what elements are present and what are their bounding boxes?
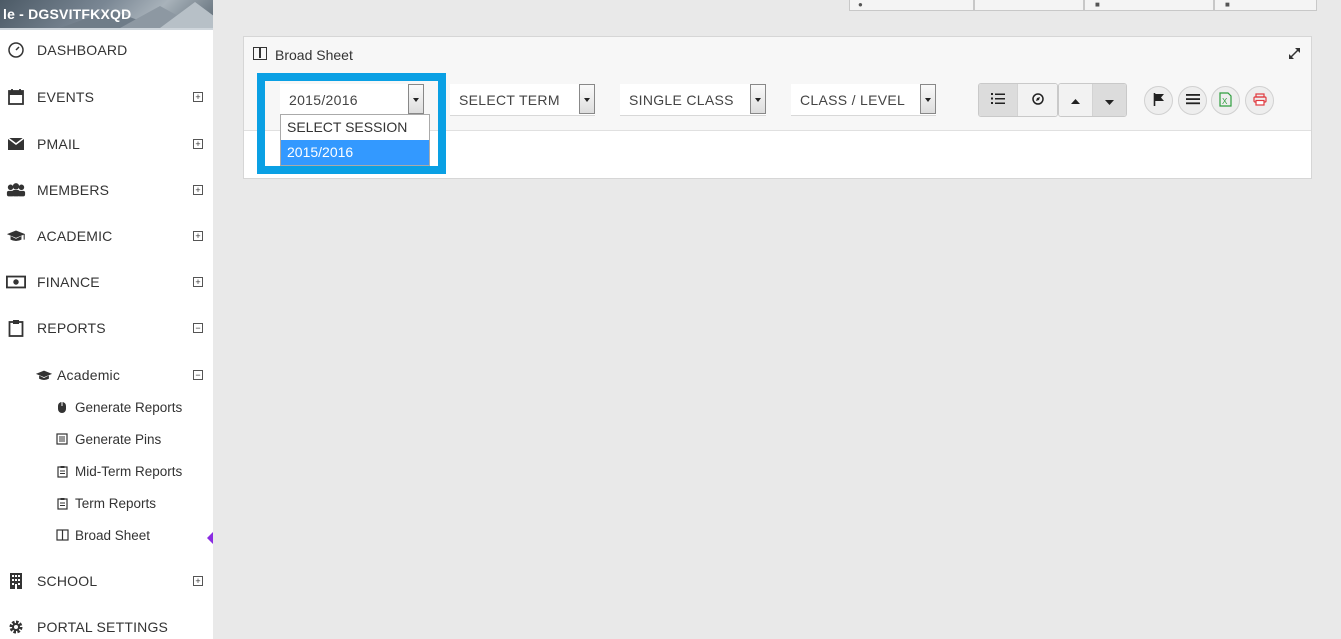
sidebar-item-members[interactable]: MEMBERS + — [0, 178, 213, 202]
sidebar-item-finance[interactable]: FINANCE + — [0, 270, 213, 294]
collapse-icon[interactable]: − — [193, 370, 203, 380]
sidebar: le - DGSVITFKXQD DASHBOARD EVENTS + PMAI… — [0, 0, 213, 639]
compass-button[interactable] — [1018, 84, 1057, 116]
expand-icon[interactable]: + — [193, 185, 203, 195]
sort-up-button[interactable] — [1059, 84, 1093, 116]
money-icon — [6, 272, 26, 292]
class-type-select[interactable]: SINGLE CLASS — [620, 84, 766, 116]
columns-icon — [55, 528, 69, 542]
session-dropdown-list: SELECT SESSION 2015/2016 — [280, 114, 430, 166]
clipboard-list-icon — [55, 496, 69, 510]
list-view-button[interactable] — [979, 84, 1018, 116]
top-button[interactable]: ● — [849, 0, 974, 11]
users-icon — [6, 180, 26, 200]
top-button[interactable] — [974, 0, 1084, 11]
sidebar-subitem-academic[interactable]: Academic − — [0, 363, 213, 387]
sidebar-item-label: MEMBERS — [37, 182, 110, 198]
sidebar-item-label: PMAIL — [37, 136, 81, 152]
columns-icon — [253, 47, 267, 60]
sidebar-item-portal-settings[interactable]: PORTAL SETTINGS — [0, 615, 213, 639]
dropdown-option-selected[interactable]: 2015/2016 — [281, 140, 429, 165]
flag-icon — [1153, 92, 1165, 109]
brand-text: le - DGSVITFKXQD — [3, 6, 132, 22]
print-button[interactable] — [1245, 86, 1274, 115]
calendar-icon — [6, 87, 26, 107]
term-select[interactable]: SELECT TERM — [450, 84, 595, 116]
active-item-marker — [207, 532, 213, 544]
print-icon — [1252, 92, 1267, 109]
gear-icon — [6, 617, 26, 637]
sidebar-item-label: ACADEMIC — [37, 228, 113, 244]
envelope-icon — [6, 134, 26, 154]
caret-down-icon — [1105, 93, 1114, 108]
view-toggle-group — [978, 83, 1058, 117]
excel-icon: X — [1219, 91, 1232, 110]
sidebar-item-label: DASHBOARD — [37, 42, 128, 58]
export-excel-button[interactable]: X — [1211, 86, 1240, 115]
class-level-select-value: CLASS / LEVEL — [800, 92, 906, 108]
sidebar-item-label: SCHOOL — [37, 573, 98, 589]
svg-text:X: X — [1222, 97, 1228, 106]
expand-icon[interactable]: + — [193, 277, 203, 287]
list-ol-icon — [991, 92, 1005, 108]
top-button[interactable]: ■ — [1084, 0, 1214, 11]
sidebar-subitem-term-reports[interactable]: Term Reports — [55, 493, 156, 513]
class-type-select-value: SINGLE CLASS — [629, 92, 734, 108]
sidebar-item-dashboard[interactable]: DASHBOARD — [0, 38, 213, 62]
sidebar-subitem-generate-reports[interactable]: Generate Reports — [55, 397, 182, 417]
expand-icon[interactable] — [1288, 47, 1301, 63]
bars-icon — [1185, 93, 1200, 108]
top-button[interactable]: ■ — [1214, 0, 1317, 11]
divider — [0, 28, 213, 30]
term-select-value: SELECT TERM — [459, 92, 560, 108]
graduation-cap-icon — [6, 226, 26, 246]
flag-button[interactable] — [1144, 86, 1173, 115]
graduation-cap-icon — [34, 365, 54, 385]
chevron-down-icon[interactable] — [750, 84, 766, 114]
sidebar-item-label: Generate Reports — [75, 399, 183, 415]
caret-up-icon — [1071, 93, 1080, 108]
expand-icon[interactable]: + — [193, 139, 203, 149]
sort-toggle-group — [1058, 83, 1127, 117]
expand-icon[interactable]: + — [193, 92, 203, 102]
chevron-down-icon[interactable] — [579, 84, 595, 114]
sidebar-item-label: Mid-Term Reports — [75, 463, 183, 479]
menu-button[interactable] — [1178, 86, 1207, 115]
sidebar-item-label: FINANCE — [37, 274, 100, 290]
clipboard-icon — [6, 318, 26, 338]
building-icon — [6, 571, 26, 591]
sidebar-item-label: Broad Sheet — [75, 527, 151, 543]
brand-banner: le - DGSVITFKXQD — [0, 0, 213, 28]
sort-down-button[interactable] — [1093, 84, 1126, 116]
chevron-down-icon[interactable] — [920, 84, 936, 114]
compass-icon — [1031, 92, 1044, 108]
sidebar-item-school[interactable]: SCHOOL + — [0, 569, 213, 593]
sidebar-item-label: Academic — [57, 367, 121, 383]
sidebar-item-label: Generate Pins — [75, 431, 162, 447]
panel-title: Broad Sheet — [275, 47, 353, 63]
sidebar-subitem-broad-sheet[interactable]: Broad Sheet — [55, 525, 150, 545]
sidebar-subitem-mid-term-reports[interactable]: Mid-Term Reports — [55, 461, 182, 481]
list-icon — [55, 432, 69, 446]
sidebar-item-label: PORTAL SETTINGS — [37, 619, 169, 635]
collapse-icon[interactable]: − — [193, 323, 203, 333]
top-toolbar: ● ■ ■ — [849, 0, 1317, 11]
expand-icon[interactable]: + — [193, 231, 203, 241]
clipboard-list-icon — [55, 464, 69, 478]
sidebar-item-events[interactable]: EVENTS + — [0, 85, 213, 109]
mouse-icon — [55, 400, 69, 414]
class-level-select[interactable]: CLASS / LEVEL — [791, 84, 936, 116]
sidebar-item-academic[interactable]: ACADEMIC + — [0, 224, 213, 248]
expand-icon[interactable]: + — [193, 576, 203, 586]
sidebar-item-reports[interactable]: REPORTS − — [0, 316, 213, 340]
sidebar-subitem-generate-pins[interactable]: Generate Pins — [55, 429, 161, 449]
dashboard-icon — [6, 40, 26, 60]
sidebar-item-label: REPORTS — [37, 320, 106, 336]
sidebar-item-pmail[interactable]: PMAIL + — [0, 132, 213, 156]
dropdown-option[interactable]: SELECT SESSION — [281, 115, 429, 140]
sidebar-item-label: EVENTS — [37, 89, 95, 105]
sidebar-item-label: Term Reports — [75, 495, 157, 511]
